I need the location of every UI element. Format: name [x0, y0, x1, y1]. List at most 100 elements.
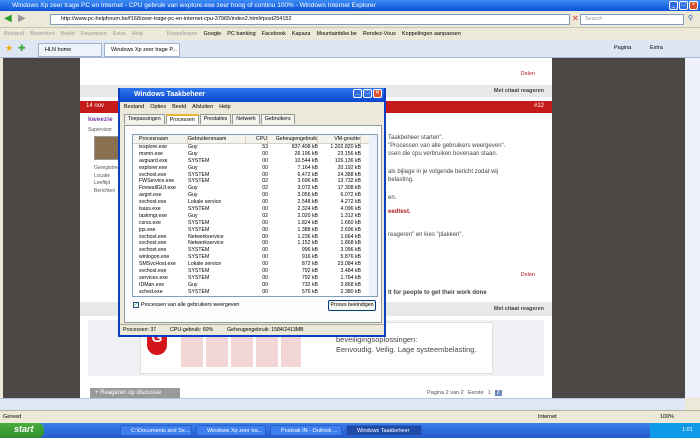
- menu-bewerken[interactable]: Bewerken: [30, 31, 54, 37]
- menu-bestand[interactable]: Bestand: [124, 104, 144, 110]
- process-row[interactable]: svchost.exe SYSTEM 00 996 kB 3.096 kB: [133, 247, 377, 254]
- process-row[interactable]: FWService.exe SYSTEM 02 3.696 kB 13.732 kB: [133, 178, 377, 185]
- favorites-star-icon[interactable]: ★: [5, 43, 13, 54]
- process-list[interactable]: Procesnaam Gebruikersnaam CPU Geheugenge…: [132, 134, 378, 297]
- process-row[interactable]: svchost.exe SYSTEM 00 6.472 kB 24.388 kB: [133, 172, 377, 179]
- process-cell: 00: [262, 171, 268, 178]
- process-cell: msmn.exe: [139, 150, 163, 157]
- menu-beeld[interactable]: Beeld: [61, 31, 75, 37]
- process-row[interactable]: svchost.exe Netwerkservice 00 1.236 kB 1.664…: [133, 234, 377, 241]
- link-facebook[interactable]: Facebook: [262, 31, 286, 37]
- process-row[interactable]: avguard.exe SYSTEM 00 10.544 kB 126.136 kB: [133, 158, 377, 165]
- taskbar-item-explorer[interactable]: C:\Documents and Se...: [120, 425, 192, 436]
- process-row[interactable]: SMSvcHost.exe Lokale service 00 872 kB 23.08…: [133, 261, 377, 268]
- share-link[interactable]: Delen: [521, 71, 535, 77]
- minimize-button[interactable]: _: [353, 89, 362, 98]
- tab-forum[interactable]: Windows Xp zeer trage P...: [104, 43, 180, 57]
- tab-processen[interactable]: Processen: [165, 114, 199, 124]
- process-row[interactable]: svchost.exe SYSTEM 00 792 kB 3.484 kB: [133, 268, 377, 275]
- tab-gebruikers[interactable]: Gebruikers: [260, 114, 295, 124]
- menu-help[interactable]: Help: [219, 104, 230, 110]
- process-row[interactable]: taskmgr.exe Guy 02 2.020 kB 1.312 kB: [133, 213, 377, 220]
- menu-extra[interactable]: Extra: [113, 31, 126, 37]
- menu-opties[interactable]: Opties: [150, 104, 166, 110]
- process-row[interactable]: sched.exe SYSTEM 00 576 kB 2.380 kB: [133, 289, 377, 296]
- stop-icon[interactable]: ✕: [572, 14, 579, 23]
- process-row[interactable]: svchost.exe Lokale service 00 2.548 kB 4.272…: [133, 199, 377, 206]
- menu-favorieten[interactable]: Favorieten: [81, 31, 107, 37]
- horizontal-scrollbar[interactable]: [0, 398, 685, 410]
- username-link[interactable]: kweezie: [88, 116, 113, 123]
- tab-prestaties[interactable]: Prestaties: [199, 114, 232, 124]
- share-link[interactable]: Delen: [521, 272, 535, 278]
- link-google[interactable]: Google: [203, 31, 221, 37]
- back-icon[interactable]: ◀: [4, 13, 12, 24]
- process-row[interactable]: lsass.exe SYSTEM 00 2.324 kB 4.096 kB: [133, 206, 377, 213]
- menu-beeld[interactable]: Beeld: [172, 104, 186, 110]
- task-manager-title-bar[interactable]: Windows Taakbeheer _ □ ×: [120, 88, 384, 102]
- tab-hln-home[interactable]: HLN home: [38, 43, 102, 57]
- link-kapaza[interactable]: Kapaza: [292, 31, 311, 37]
- forward-icon[interactable]: ▶: [18, 13, 26, 24]
- process-list-scrollbar[interactable]: [369, 135, 377, 296]
- link-rendez-vous[interactable]: Rendez-Vous: [363, 31, 396, 37]
- search-input[interactable]: Search: [580, 14, 684, 25]
- process-row[interactable]: IDMan.exe Guy 00 732 kB 3.868 kB: [133, 282, 377, 289]
- add-favorites-icon[interactable]: ✚: [18, 43, 26, 54]
- process-row[interactable]: jqs.exe SYSTEM 00 1.388 kB 2.696 kB: [133, 227, 377, 234]
- link-koppelingen-aanpassen[interactable]: Koppelingen aanpassen: [402, 31, 461, 37]
- process-row[interactable]: FirewallGUI.exe Guy 02 3.072 kB 17.308 kB: [133, 185, 377, 192]
- link-mountainbike[interactable]: Mountainbike.be: [316, 31, 356, 37]
- process-cell: 872 kB: [301, 261, 318, 268]
- link-pc-banking[interactable]: PC banking: [227, 31, 255, 37]
- menu-bestand[interactable]: Bestand: [4, 31, 24, 37]
- process-row[interactable]: services.exe SYSTEM 00 792 kB 1.764 kB: [133, 275, 377, 282]
- pagination-page-2[interactable]: 2: [494, 390, 502, 396]
- maximize-button[interactable]: □: [679, 1, 688, 10]
- process-row[interactable]: explorer.exe Guy 00 7.164 kB 20.192 kB: [133, 165, 377, 172]
- process-row[interactable]: svchost.exe Netwerkservice 00 1.152 kB 1.868…: [133, 240, 377, 247]
- taskbar-item-taskmanager[interactable]: Windows Taakbeheer: [346, 425, 422, 436]
- tab-netwerk[interactable]: Netwerk: [232, 114, 260, 124]
- clock[interactable]: 1:01: [682, 427, 693, 433]
- end-process-button[interactable]: Proces beëindigen: [328, 300, 376, 311]
- process-row[interactable]: winlogon.exe SYSTEM 00 916 kB 5.876 kB: [133, 254, 377, 261]
- process-row[interactable]: conime.exeSYSTEM00516 kB1.264 kB: [133, 296, 377, 297]
- minimize-button[interactable]: _: [669, 1, 678, 10]
- reply-discussion-button[interactable]: + Reageren op discussie: [90, 388, 180, 398]
- search-icon[interactable]: ⚲: [688, 14, 693, 22]
- pagination-page-1[interactable]: 1: [488, 390, 491, 396]
- zoom-level[interactable]: 100%: [660, 414, 674, 420]
- quote-reply-button[interactable]: Met citaat reageren: [494, 88, 544, 94]
- taskbar-item-outlook[interactable]: Postvak IN - Outlook ...: [270, 425, 342, 436]
- column-header-memory[interactable]: Geheugengebruik: [268, 135, 318, 143]
- taskbar-item-ie[interactable]: Windows Xp zeer tra...: [196, 425, 266, 436]
- page-menu[interactable]: Pagina: [614, 45, 631, 51]
- process-cell: 3.696 kB: [297, 178, 318, 185]
- process-row[interactable]: msmn.exe Guy 00 26.196 kB 23.156 kB: [133, 151, 377, 158]
- column-header-cpu[interactable]: CPU: [246, 135, 268, 143]
- maximize-button[interactable]: □: [363, 89, 372, 98]
- start-button[interactable]: start: [0, 423, 44, 438]
- process-row[interactable]: iexplore.exe Guy 53 837.408 kB 1.202.820 kB: [133, 144, 377, 151]
- process-row[interactable]: avgnt.exe Guy 00 3.056 kB 6.072 kB: [133, 192, 377, 199]
- process-cell: 00: [262, 219, 268, 226]
- close-button[interactable]: ×: [689, 1, 698, 10]
- extra-menu[interactable]: Extra: [650, 45, 663, 51]
- menu-afsluiten[interactable]: Afsluiten: [192, 104, 213, 110]
- column-header-name[interactable]: Procesnaam: [133, 135, 188, 143]
- close-button[interactable]: ×: [373, 89, 382, 98]
- pagination-label[interactable]: Pagina 2 van 2: [427, 390, 464, 396]
- url-input[interactable]: http://www.pc-helpforum.be/f168/zeer-tra…: [50, 14, 570, 25]
- vertical-scrollbar[interactable]: [685, 58, 700, 398]
- menu-help[interactable]: Help: [132, 31, 143, 37]
- show-all-processes-checkbox[interactable]: ✓ Processen van alle gebruikers weergeven: [133, 302, 239, 308]
- pagination-first[interactable]: Eerste: [468, 390, 484, 396]
- quote-reply-button[interactable]: Met citaat reageren: [494, 306, 544, 312]
- column-header-user[interactable]: Gebruikersnaam: [188, 135, 246, 143]
- tab-toepassingen[interactable]: Toepassingen: [124, 114, 165, 124]
- speedtest-link[interactable]: eedtest.: [388, 209, 411, 215]
- column-header-vm[interactable]: VM-grootte: [318, 135, 361, 143]
- post-number[interactable]: #12: [534, 103, 544, 109]
- process-row[interactable]: csrss.exe SYSTEM 00 1.824 kB 1.660 kB: [133, 220, 377, 227]
